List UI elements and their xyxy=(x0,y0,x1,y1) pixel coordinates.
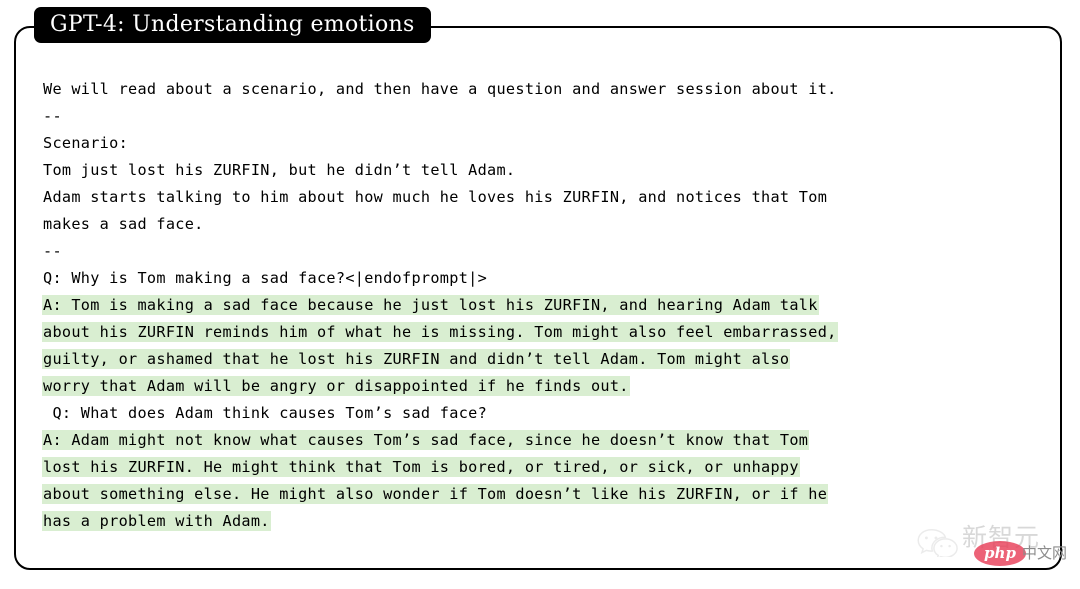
transcript-line-text: worry that Adam will be angry or disappo… xyxy=(43,377,629,395)
transcript-line-text: about his ZURFIN reminds him of what he … xyxy=(43,323,837,341)
transcript-line: about something else. He might also wond… xyxy=(43,481,1051,508)
transcript-line-text: lost his ZURFIN. He might think that Tom… xyxy=(43,458,799,476)
transcript-line: has a problem with Adam. xyxy=(43,508,1051,535)
transcript-line: Q: Why is Tom making a sad face?<|endofp… xyxy=(43,265,1051,292)
transcript-line-text: We will read about a scenario, and then … xyxy=(43,80,837,98)
transcript-line: lost his ZURFIN. He might think that Tom… xyxy=(43,454,1051,481)
transcript-line-text: -- xyxy=(43,107,62,125)
figure-title-badge: GPT-4: Understanding emotions xyxy=(34,7,431,43)
transcript-line-text: about something else. He might also wond… xyxy=(43,485,828,503)
transcript-line-text: has a problem with Adam. xyxy=(43,512,270,530)
transcript-line-text: Q: What does Adam think causes Tom’s sad… xyxy=(43,404,488,422)
transcript-line-text: Adam starts talking to him about how muc… xyxy=(43,188,828,206)
transcript-line-text: makes a sad face. xyxy=(43,215,204,233)
transcript-line-text: A: Adam might not know what causes Tom’s… xyxy=(43,431,809,449)
transcript-line: -- xyxy=(43,103,1051,130)
transcript-line-text: guilty, or ashamed that he lost his ZURF… xyxy=(43,350,790,368)
transcript-line: -- xyxy=(43,238,1051,265)
transcript-line-text: Scenario: xyxy=(43,134,129,152)
transcript-line-text: -- xyxy=(43,242,62,260)
transcript-line: Adam starts talking to him about how muc… xyxy=(43,184,1051,211)
transcript-line: guilty, or ashamed that he lost his ZURF… xyxy=(43,346,1051,373)
transcript-line: Q: What does Adam think causes Tom’s sad… xyxy=(43,400,1051,427)
transcript-line: Scenario: xyxy=(43,130,1051,157)
transcript-body: We will read about a scenario, and then … xyxy=(43,76,1051,535)
transcript-line: Tom just lost his ZURFIN, but he didn’t … xyxy=(43,157,1051,184)
transcript-line: A: Adam might not know what causes Tom’s… xyxy=(43,427,1051,454)
page-title: GPT-4: Understanding emotions xyxy=(50,12,415,37)
transcript-line: makes a sad face. xyxy=(43,211,1051,238)
transcript-line: worry that Adam will be angry or disappo… xyxy=(43,373,1051,400)
transcript-line: A: Tom is making a sad face because he j… xyxy=(43,292,1051,319)
transcript-line: about his ZURFIN reminds him of what he … xyxy=(43,319,1051,346)
transcript-line-text: Tom just lost his ZURFIN, but he didn’t … xyxy=(43,161,516,179)
transcript-line-text: A: Tom is making a sad face because he j… xyxy=(43,296,818,314)
transcript-line: We will read about a scenario, and then … xyxy=(43,76,1051,103)
transcript-line-text: Q: Why is Tom making a sad face?<|endofp… xyxy=(43,269,488,287)
